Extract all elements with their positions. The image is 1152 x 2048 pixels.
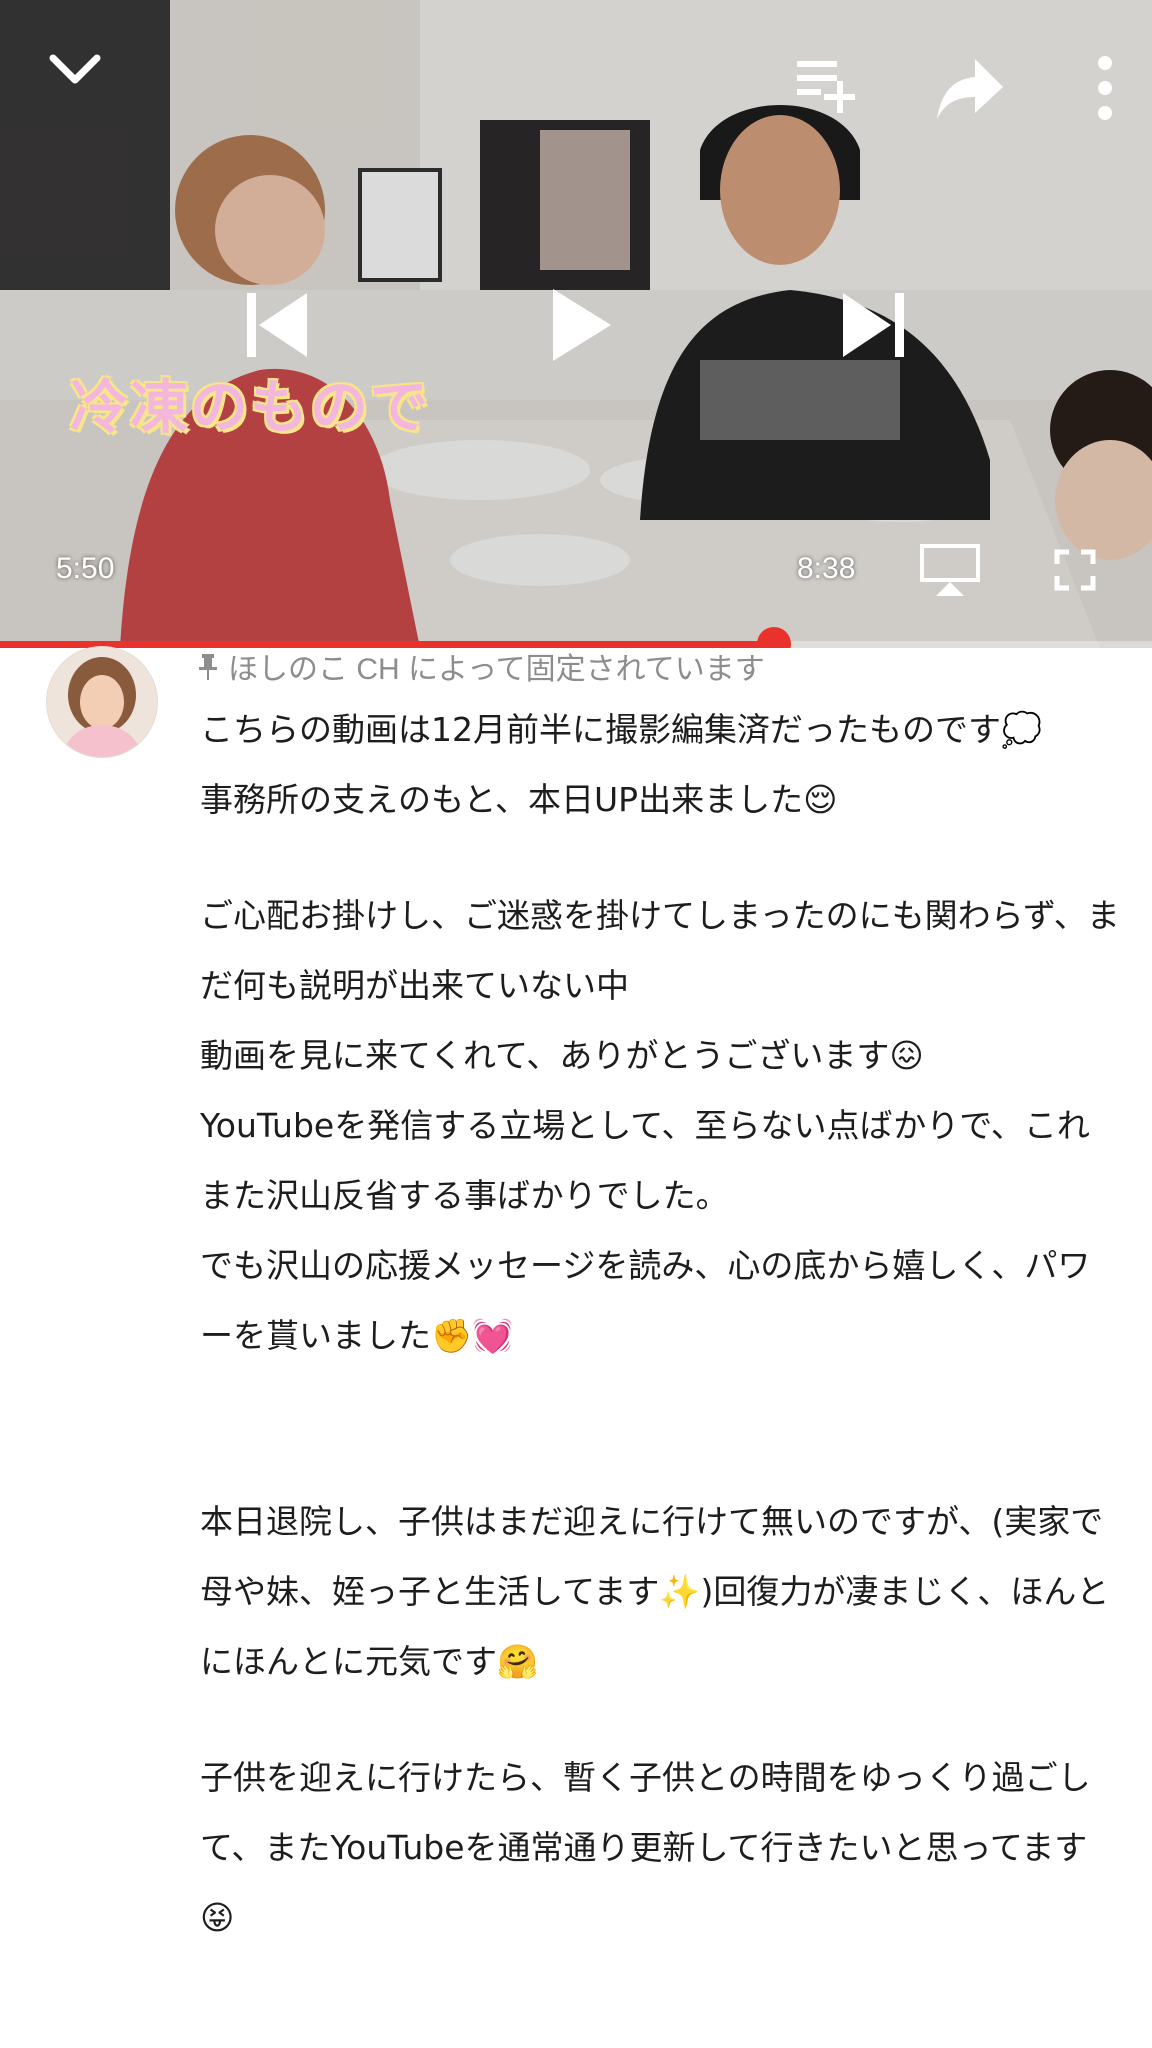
more-options-button[interactable] <box>1080 48 1130 128</box>
video-player[interactable]: 冷凍のもので 5:50 8:38 <box>0 0 1152 648</box>
comment-line: 動画を見に来てくれて、ありがとうございます😖 <box>200 1036 924 1075</box>
comment-line: 子供を迎えに行けたら、暫く子供との時間をゆっくり過ごして、またYouTubeを通… <box>200 1758 1091 1937</box>
minimize-button[interactable] <box>40 40 110 100</box>
comment-body: こちらの動画は12月前半に撮影編集済だったものです💭 事務所の支えのもと、本日U… <box>200 695 1120 1953</box>
comment-line: でも沢山の応援メッセージを読み、心の底から嬉しく、パワーを貰いました✊💓 <box>200 1246 1091 1355</box>
comment-line: ご心配お掛けし、ご迷惑を掛けてしまったのにも関わらず、まだ何も説明が出来ていない… <box>200 896 1120 1005</box>
play-button[interactable] <box>540 280 620 370</box>
skip-next-icon <box>843 293 904 357</box>
current-time: 5:50 <box>56 552 115 585</box>
next-button[interactable] <box>830 285 920 365</box>
pinned-label: ほしのこ CH によって固定されています <box>228 653 765 686</box>
pin-icon <box>199 654 217 680</box>
comment-line: 事務所の支えのもと、本日UP出来ました😌 <box>200 780 838 819</box>
play-icon <box>553 289 611 361</box>
chevron-down-icon <box>49 54 101 84</box>
avatar-image <box>47 647 157 757</box>
fullscreen-button[interactable] <box>1050 545 1100 595</box>
comment-line: こちらの動画は12月前半に撮影編集済だったものです💭 <box>200 710 1043 749</box>
comment-line: YouTubeを発信する立場として、至らない点ばかりで、これまた沢山反省する事ば… <box>200 1106 1090 1215</box>
pinned-indicator: ほしのこ CH によって固定されています <box>198 644 765 688</box>
add-to-queue-icon <box>797 61 855 113</box>
fullscreen-icon <box>1054 549 1096 591</box>
add-to-queue-button[interactable] <box>790 50 860 120</box>
share-icon <box>937 59 1003 119</box>
comment-line: 本日退院し、子供はまだ迎えに行けて無いのですが、(実家で母や妹、姪っ子と生活して… <box>200 1502 1110 1681</box>
cast-icon <box>920 544 980 596</box>
avatar[interactable] <box>46 646 158 758</box>
share-button[interactable] <box>930 48 1010 128</box>
cast-button[interactable] <box>915 540 985 600</box>
video-caption: 冷凍のもので <box>70 373 431 441</box>
more-vert-icon <box>1098 56 1112 120</box>
duration: 8:38 <box>797 552 856 585</box>
skip-previous-icon <box>247 293 307 357</box>
previous-button[interactable] <box>230 285 320 365</box>
